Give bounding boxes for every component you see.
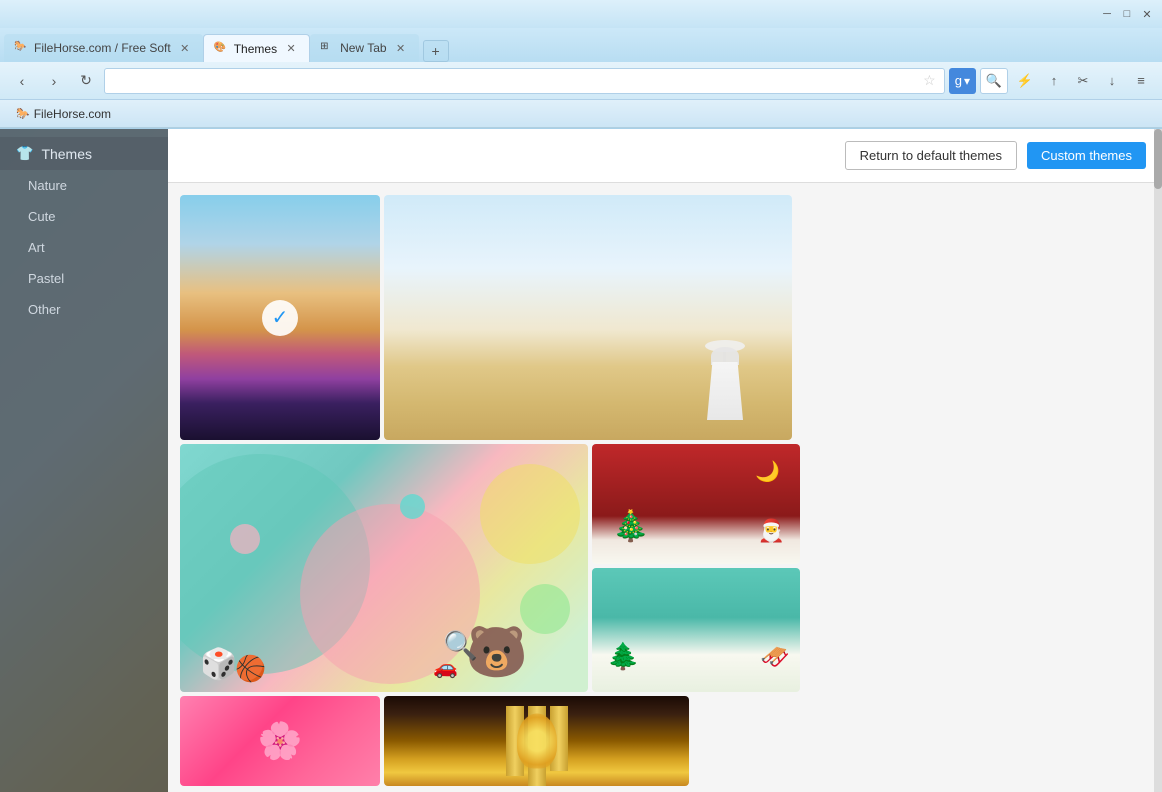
close-button[interactable]: ✕ <box>1140 7 1154 21</box>
tab-label-newtab: New Tab <box>340 41 386 55</box>
toolbar-buttons: ⚡ ↑ ✂ ↓ ≡ <box>1012 68 1154 94</box>
sidebar-item-other[interactable]: Other <box>0 294 168 325</box>
address-bar: ‹ › ↻ ☆ g ▾ 🔍 ⚡ ↑ ✂ ↓ ≡ <box>0 62 1162 100</box>
christmas-themes-column: 🌙 🎄 🎅 🌲 🛷 <box>592 444 800 692</box>
theme-card-christmas-red[interactable]: 🌙 🎄 🎅 <box>592 444 800 564</box>
tree-decoration: 🎄 <box>612 509 649 544</box>
download-icon[interactable]: ↓ <box>1099 68 1125 94</box>
new-tab-button[interactable]: + <box>423 40 449 62</box>
scissors-icon[interactable]: ✂ <box>1070 68 1096 94</box>
tab-favicon-newtab: ⊞ <box>320 41 334 55</box>
address-input[interactable] <box>113 74 919 88</box>
sleigh-decoration: 🛷 <box>760 643 790 672</box>
tab-newtab[interactable]: ⊞ New Tab ✕ <box>310 34 418 62</box>
theme-card-pink[interactable]: 🌸 <box>180 696 380 786</box>
tab-bar: 🐎 FileHorse.com / Free Soft ✕ 🎨 Themes ✕… <box>0 28 1162 62</box>
bookmark-star-icon[interactable]: ☆ <box>923 72 936 89</box>
search-button[interactable]: 🔍 <box>980 68 1008 94</box>
window-controls: ─ □ ✕ <box>1100 7 1154 21</box>
sidebar-item-pastel[interactable]: Pastel <box>0 263 168 294</box>
tab-label-filehorse: FileHorse.com / Free Soft <box>34 41 171 55</box>
extensions-icon[interactable]: ⚡ <box>1012 68 1038 94</box>
tab-themes[interactable]: 🎨 Themes ✕ <box>203 34 310 62</box>
bookmark-favicon-filehorse: 🐎 <box>16 107 30 120</box>
theme-card-golden[interactable] <box>384 696 689 786</box>
custom-themes-button[interactable]: Custom themes <box>1027 142 1146 169</box>
theme-card-christmas-teal[interactable]: 🌲 🛷 <box>592 568 800 692</box>
main-content: Return to default themes Custom themes ✓ <box>168 129 1162 792</box>
theme-card-sunset[interactable]: ✓ <box>180 195 380 440</box>
themes-row-1: ✓ <box>180 195 1150 440</box>
theme-card-beach[interactable] <box>384 195 792 440</box>
maximize-button[interactable]: □ <box>1120 7 1134 21</box>
return-default-themes-button[interactable]: Return to default themes <box>845 141 1017 170</box>
browser-chrome: ─ □ ✕ 🐎 FileHorse.com / Free Soft ✕ 🎨 Th… <box>0 0 1162 129</box>
tab-favicon-themes: 🎨 <box>214 42 228 56</box>
sidebar-item-art[interactable]: Art <box>0 232 168 263</box>
themes-icon: 👕 <box>16 145 33 162</box>
menu-icon[interactable]: ≡ <box>1128 68 1154 94</box>
themes-row-2: 🐻 🎲 🏀 🔍 🚗 🌙 🎄 🎅 <box>180 444 1150 692</box>
tab-filehorse[interactable]: 🐎 FileHorse.com / Free Soft ✕ <box>4 34 203 62</box>
theme-card-colorful[interactable]: 🐻 🎲 🏀 🔍 🚗 <box>180 444 588 692</box>
google-account-button[interactable]: g ▾ <box>949 68 976 94</box>
themes-row-3: 🌸 <box>180 696 1150 786</box>
sidebar: 👕 Themes Nature Cute Art Pastel Other <box>0 129 168 792</box>
address-bar-wrap: ☆ <box>104 68 945 94</box>
back-button[interactable]: ‹ <box>8 68 36 94</box>
trees-decoration: 🌲 <box>607 641 639 672</box>
bookmark-filehorse[interactable]: 🐎 FileHorse.com <box>8 105 119 123</box>
forward-button[interactable]: › <box>40 68 68 94</box>
title-bar: ─ □ ✕ <box>0 0 1162 28</box>
bookmark-label-filehorse: FileHorse.com <box>34 107 111 121</box>
sidebar-item-nature[interactable]: Nature <box>0 170 168 201</box>
tab-favicon-filehorse: 🐎 <box>14 41 28 55</box>
sidebar-themes-title: 👕 Themes <box>0 137 168 170</box>
tab-close-filehorse[interactable]: ✕ <box>177 40 193 56</box>
page-scrollbar[interactable] <box>1154 129 1162 792</box>
scrollbar-thumb[interactable] <box>1154 129 1162 189</box>
selected-check-icon: ✓ <box>262 300 298 336</box>
themes-header: Return to default themes Custom themes <box>168 129 1162 183</box>
minimize-button[interactable]: ─ <box>1100 7 1114 21</box>
tab-close-newtab[interactable]: ✕ <box>393 40 409 56</box>
tab-close-themes[interactable]: ✕ <box>283 41 299 57</box>
moon-decoration: 🌙 <box>755 459 780 484</box>
reload-button[interactable]: ↻ <box>72 68 100 94</box>
themes-grid: ✓ <box>168 183 1162 792</box>
google-dropdown-icon: ▾ <box>964 74 970 88</box>
upload-icon[interactable]: ↑ <box>1041 68 1067 94</box>
bookmarks-bar: 🐎 FileHorse.com <box>0 100 1162 128</box>
santa-decoration: 🎅 <box>758 518 785 544</box>
sidebar-item-cute[interactable]: Cute <box>0 201 168 232</box>
tab-label-themes: Themes <box>234 42 277 56</box>
google-icon: g <box>955 73 962 88</box>
sidebar-title-label: Themes <box>41 146 92 162</box>
page-area: 👕 Themes Nature Cute Art Pastel Other Re… <box>0 129 1162 792</box>
